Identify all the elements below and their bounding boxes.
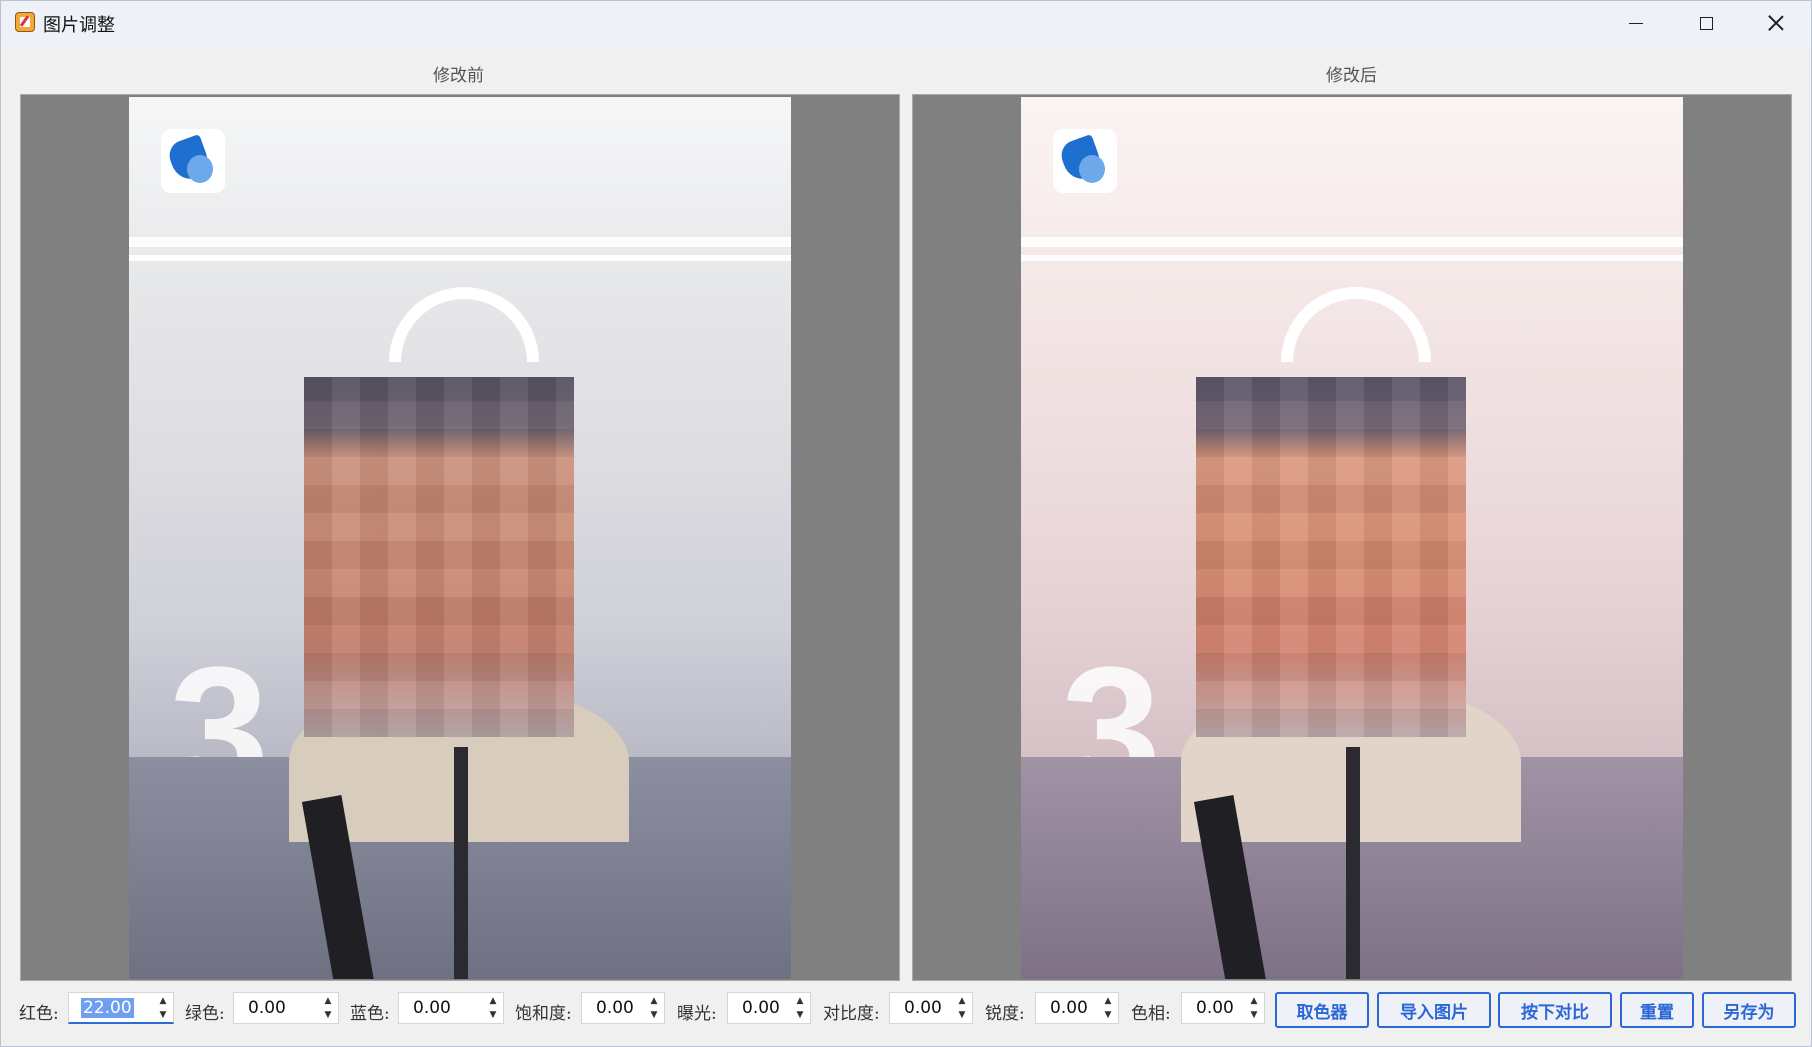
hold-compare-button[interactable]: 按下对比 <box>1498 992 1612 1028</box>
adjustment-toolbar: 红色: 22.00 ▲ ▼ 绿色: 0.00 ▲ ▼ 蓝色: 0.00 ▲ ▼ 饱和度… <box>1 986 1812 1036</box>
spin-arrows-icon[interactable]: ▲ ▼ <box>956 994 968 1022</box>
title-bar: 图片调整 <box>1 1 1811 45</box>
contrast-label: 对比度: <box>823 1004 880 1024</box>
original-photo: 3 0 <box>129 97 791 979</box>
hue-label: 色相: <box>1131 1004 1171 1024</box>
spin-arrows-icon[interactable]: ▲ ▼ <box>487 994 499 1022</box>
red-spinbox[interactable]: 22.00 ▲ ▼ <box>68 992 174 1024</box>
exposure-spinbox[interactable]: 0.00 ▲ ▼ <box>727 992 811 1024</box>
minimize-icon <box>1629 22 1643 24</box>
color-picker-button[interactable]: 取色器 <box>1275 992 1369 1028</box>
maximize-button[interactable] <box>1671 1 1741 45</box>
blue-label: 蓝色: <box>350 1004 390 1024</box>
exposure-label: 曝光: <box>677 1004 717 1024</box>
spin-arrows-icon[interactable]: ▲ ▼ <box>648 994 660 1022</box>
green-label: 绿色: <box>185 1004 225 1024</box>
window-title: 图片调整 <box>43 15 115 36</box>
close-button[interactable] <box>1741 1 1811 45</box>
blue-spinbox[interactable]: 0.00 ▲ ▼ <box>398 992 504 1024</box>
app-window: 图片调整 修改前 修改后 3 0 3 0 <box>0 0 1812 1047</box>
app-icon <box>15 12 35 32</box>
saturation-label: 饱和度: <box>515 1004 572 1024</box>
pixelated-face <box>304 377 574 737</box>
spin-arrows-icon[interactable]: ▲ ▼ <box>157 994 169 1022</box>
after-image-panel: 3 0 <box>912 94 1792 981</box>
sharpness-label: 锐度: <box>985 1004 1025 1024</box>
watermark-logo <box>1053 129 1117 193</box>
watermark-logo <box>161 129 225 193</box>
contrast-spinbox[interactable]: 0.00 ▲ ▼ <box>889 992 973 1024</box>
save-as-button[interactable]: 另存为 <box>1702 992 1796 1028</box>
adjusted-photo: 3 0 <box>1021 97 1683 979</box>
spin-arrows-icon[interactable]: ▲ ▼ <box>794 994 806 1022</box>
green-spinbox[interactable]: 0.00 ▲ ▼ <box>233 992 339 1024</box>
before-image-panel: 3 0 <box>20 94 900 981</box>
minimize-button[interactable] <box>1601 1 1671 45</box>
after-panel-label: 修改后 <box>1326 66 1377 86</box>
red-label: 红色: <box>19 1004 59 1024</box>
pixelated-face <box>1196 377 1466 737</box>
maximize-icon <box>1699 16 1713 30</box>
hue-spinbox[interactable]: 0.00 ▲ ▼ <box>1181 992 1265 1024</box>
sharpness-spinbox[interactable]: 0.00 ▲ ▼ <box>1035 992 1119 1024</box>
before-panel-label: 修改前 <box>433 66 484 86</box>
reset-button[interactable]: 重置 <box>1620 992 1694 1028</box>
import-image-button[interactable]: 导入图片 <box>1377 992 1491 1028</box>
spin-arrows-icon[interactable]: ▲ ▼ <box>322 994 334 1022</box>
saturation-spinbox[interactable]: 0.00 ▲ ▼ <box>581 992 665 1024</box>
close-icon <box>1768 15 1784 31</box>
spin-arrows-icon[interactable]: ▲ ▼ <box>1248 994 1260 1022</box>
spin-arrows-icon[interactable]: ▲ ▼ <box>1102 994 1114 1022</box>
